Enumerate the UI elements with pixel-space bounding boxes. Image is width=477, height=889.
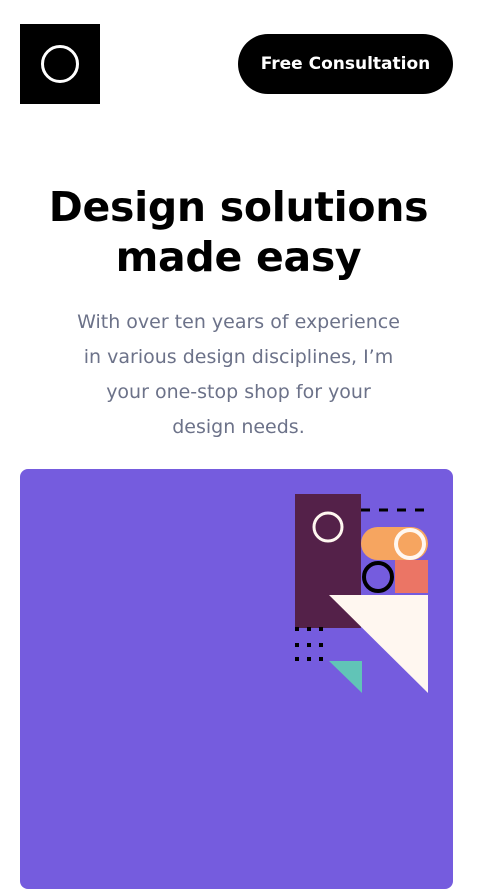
hero-subtitle-line-1: With over ten years of experience [77,311,400,333]
hero-subtitle: With over ten years of experience in var… [64,305,413,445]
hero-title: Design solutions made easy [0,182,477,282]
logo[interactable] [20,24,100,104]
dot-grid [295,627,323,661]
hero-subtitle-line-4: design needs. [172,416,305,438]
geometric-illustration [295,494,430,693]
black-ring-icon [362,561,394,593]
teal-triangle [329,661,362,693]
hero-subtitle-line-3: your one-stop shop for your [106,381,371,403]
hero-illustration-card [20,469,453,889]
hero-title-line-2: made easy [115,233,362,281]
circle-logo-icon [41,45,79,83]
coral-square [395,560,428,593]
cream-triangle [329,595,428,693]
free-consultation-button[interactable]: Free Consultation [238,34,453,94]
hero-subtitle-line-2: in various design disciplines, I’m [83,346,394,368]
hero-title-line-1: Design solutions [48,183,429,231]
